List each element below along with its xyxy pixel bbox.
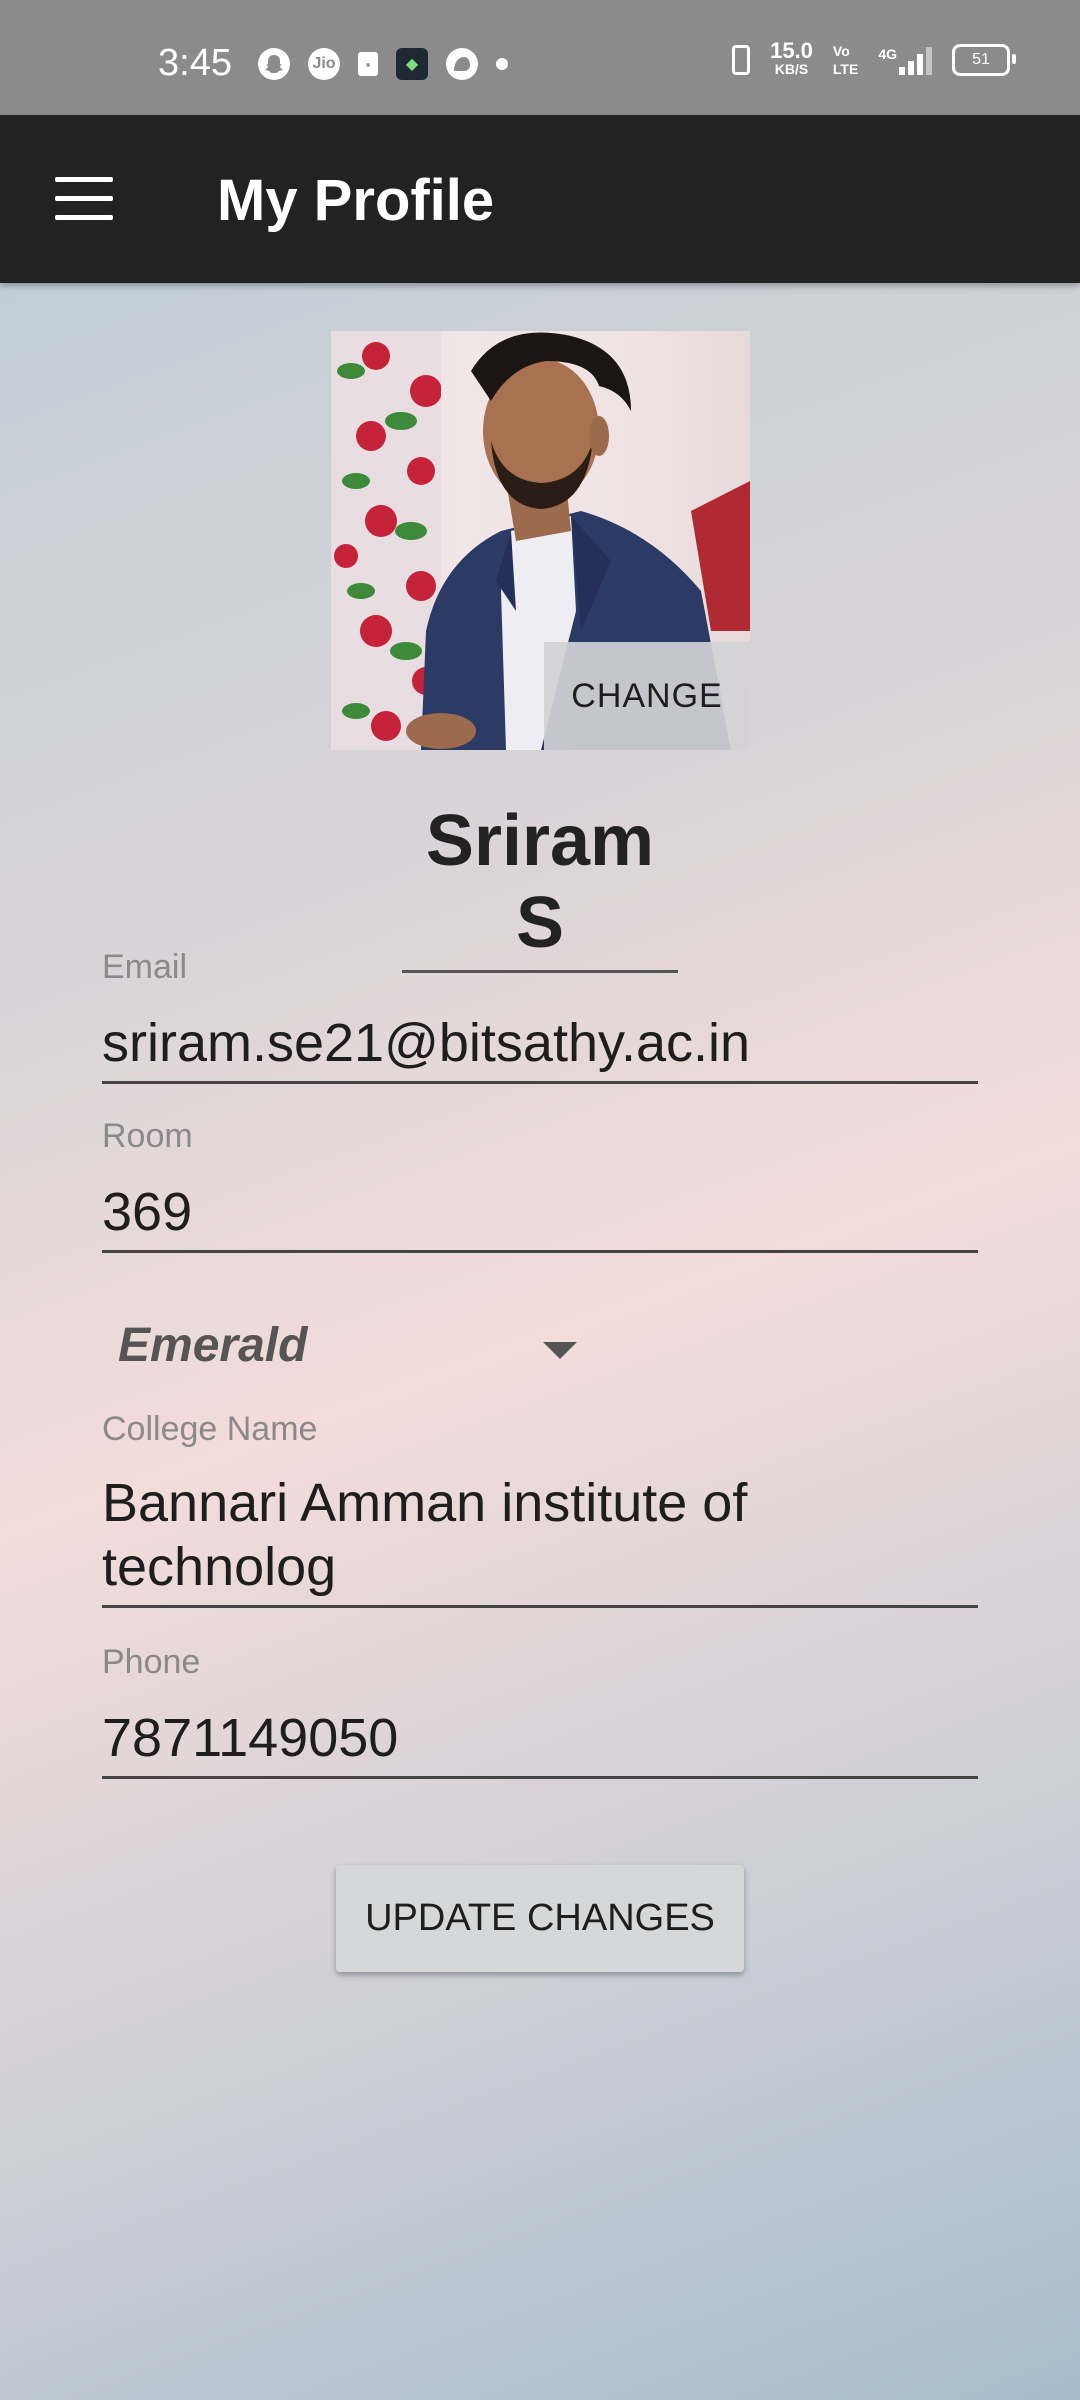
hamburger-menu-icon[interactable]	[55, 177, 113, 221]
phone-input[interactable]: 7871149050	[102, 1706, 978, 1779]
network-speed-value: 15.0	[770, 38, 813, 63]
phone-field[interactable]: Phone 7871149050	[102, 1643, 978, 1779]
notification-app-icon	[446, 48, 478, 80]
snapchat-icon	[258, 48, 290, 80]
network-speed: 15.0 KB/S	[770, 38, 813, 78]
calendar-icon: ▪	[358, 52, 378, 76]
volte-top: Vo	[832, 43, 850, 59]
phone-label: Phone	[102, 1643, 201, 1681]
college-name-label: College Name	[102, 1410, 318, 1448]
notification-icons: Jio ▪ ◆	[258, 48, 508, 80]
battery-icon: 51	[952, 44, 1016, 76]
college-name-input[interactable]: Bannari Amman institute of technolog	[102, 1471, 978, 1608]
status-time: 3:45	[158, 42, 232, 84]
vibrate-icon	[732, 45, 751, 75]
email-label: Email	[102, 948, 188, 986]
room-field[interactable]: Room 369	[102, 1117, 978, 1253]
shield-app-icon: ◆	[396, 48, 428, 80]
more-notifications-dot	[496, 58, 508, 70]
block-dropdown[interactable]: Emerald	[118, 1318, 588, 1378]
email-input[interactable]: sriram.se21@bitsathy.ac.in	[102, 1011, 978, 1084]
email-field[interactable]: Email sriram.se21@bitsathy.ac.in	[102, 948, 978, 1084]
page-title: My Profile	[217, 168, 495, 233]
update-changes-button[interactable]: UPDATE CHANGES	[336, 1865, 744, 1972]
battery-level: 51	[972, 51, 990, 68]
block-dropdown-value: Emerald	[118, 1319, 308, 1372]
status-bar: 3:45 Jio ▪ ◆ 15.0 KB/S Vo LTE 4G 51	[0, 0, 1080, 115]
app-bar: My Profile	[0, 115, 1080, 283]
system-icons: 15.0 KB/S Vo LTE 4G 51	[732, 38, 1016, 78]
volte-bottom: LTE	[832, 61, 859, 77]
network-type: 4G	[878, 46, 897, 62]
dropdown-arrow-icon	[543, 1342, 577, 1359]
room-input[interactable]: 369	[102, 1180, 978, 1253]
signal-icon: 4G	[878, 45, 932, 75]
college-name-field[interactable]: College Name Bannari Amman institute of …	[102, 1410, 978, 1608]
volte-icon: Vo LTE	[833, 42, 858, 78]
change-photo-button[interactable]: CHANGE	[544, 642, 750, 750]
profile-photo: CHANGE	[331, 331, 750, 750]
room-label: Room	[102, 1117, 193, 1155]
jio-icon: Jio	[308, 48, 340, 80]
network-speed-unit: KB/S	[774, 61, 809, 77]
